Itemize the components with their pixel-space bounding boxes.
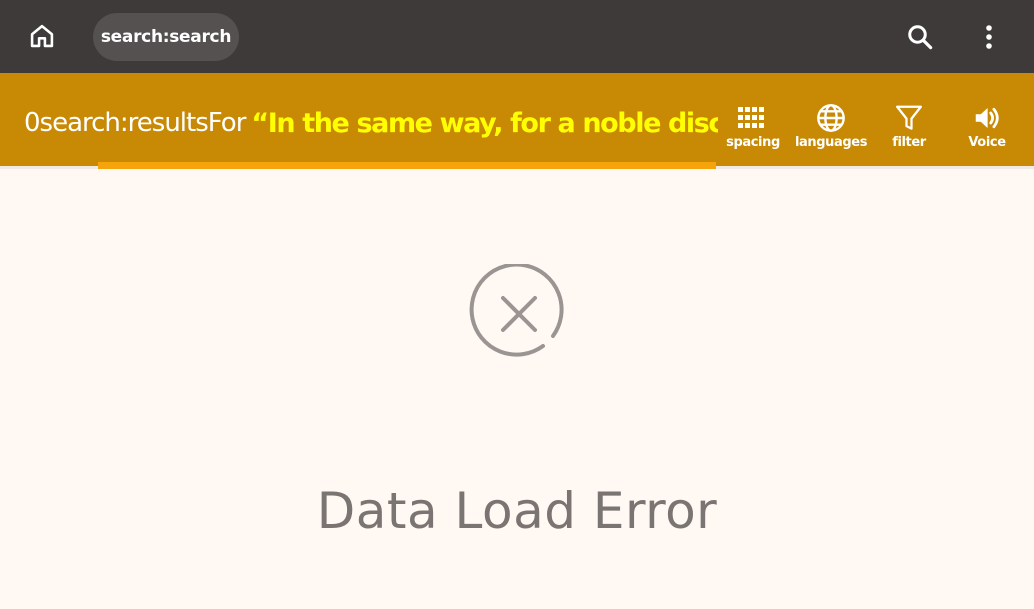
search-button[interactable] <box>900 17 940 57</box>
search-icon <box>908 25 933 50</box>
results-bar: 0 search:resultsFor “In the same way, fo… <box>0 73 1034 166</box>
error-title: Data Load Error <box>316 482 718 540</box>
languages-button[interactable]: languages <box>791 101 871 157</box>
languages-label: languages <box>794 135 868 150</box>
search-chip[interactable]: search:search <box>93 13 239 61</box>
voice-label: Voice <box>968 135 1006 150</box>
grid-icon <box>738 107 764 128</box>
globe-icon <box>817 104 845 132</box>
filter-label: filter <box>892 135 926 150</box>
home-button[interactable] <box>22 16 62 56</box>
top-app-bar: search:search <box>0 0 1034 73</box>
voice-button[interactable]: Voice <box>947 101 1027 157</box>
results-for-label: search:resultsFor <box>39 108 247 138</box>
home-icon <box>30 24 54 48</box>
spacing-label: spacing <box>726 135 780 150</box>
error-circle-x-icon <box>469 262 569 364</box>
progress-bar <box>98 162 716 169</box>
more-options-button[interactable] <box>969 17 1009 57</box>
more-vertical-icon <box>986 25 992 49</box>
filter-icon <box>896 105 922 130</box>
filter-button[interactable]: filter <box>869 101 949 157</box>
results-summary: 0 search:resultsFor “In the same way, fo… <box>24 101 718 145</box>
search-query-text: “In the same way, for a noble discipl <box>251 107 718 139</box>
spacing-button[interactable]: spacing <box>713 101 793 157</box>
result-count: 0 <box>24 108 41 138</box>
speaker-icon <box>975 107 999 129</box>
